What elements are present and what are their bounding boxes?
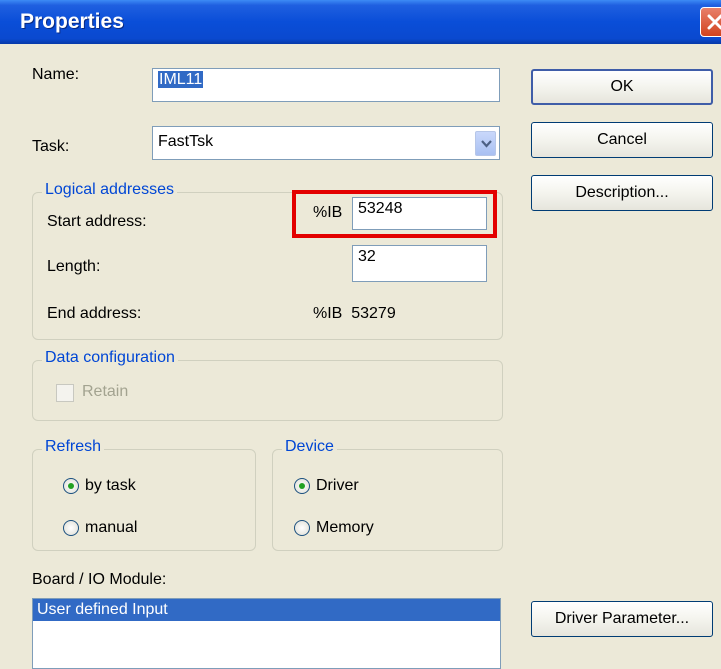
name-value: IML11 bbox=[158, 71, 204, 88]
chevron-down-icon bbox=[481, 140, 492, 148]
close-button[interactable] bbox=[700, 7, 721, 37]
ok-button[interactable]: OK bbox=[531, 69, 713, 105]
start-address-label: Start address: bbox=[47, 213, 147, 230]
radio-selected-dot bbox=[299, 483, 305, 489]
refresh-manual-radio[interactable] bbox=[63, 520, 79, 536]
board-io-module-list[interactable]: User defined Input bbox=[32, 598, 501, 669]
device-group bbox=[272, 449, 503, 551]
data-configuration-title: Data configuration bbox=[42, 349, 178, 367]
title-bar[interactable]: Properties bbox=[0, 0, 721, 44]
start-address-prefix: %IB bbox=[313, 204, 343, 221]
task-dropdown-button[interactable] bbox=[475, 131, 496, 156]
cancel-button[interactable]: Cancel bbox=[531, 122, 713, 158]
device-driver-radio[interactable] bbox=[294, 478, 310, 494]
description-button[interactable]: Description... bbox=[531, 175, 713, 211]
end-address-value: %IB 53279 bbox=[313, 305, 396, 322]
logical-addresses-title: Logical addresses bbox=[42, 181, 177, 199]
list-item[interactable]: User defined Input bbox=[33, 599, 500, 621]
refresh-group bbox=[32, 449, 256, 551]
close-icon bbox=[707, 14, 721, 30]
task-label: Task: bbox=[32, 138, 70, 155]
end-address-label: End address: bbox=[47, 305, 142, 322]
refresh-title: Refresh bbox=[42, 438, 105, 456]
window-title: Properties bbox=[20, 10, 124, 33]
device-driver-label: Driver bbox=[316, 477, 359, 494]
length-label: Length: bbox=[47, 258, 101, 275]
task-select[interactable]: FastTsk bbox=[152, 126, 500, 160]
radio-selected-dot bbox=[68, 483, 74, 489]
device-memory-label: Memory bbox=[316, 519, 374, 536]
name-label: Name: bbox=[32, 66, 80, 83]
refresh-manual-label: manual bbox=[85, 519, 138, 536]
retain-label: Retain bbox=[82, 383, 129, 400]
retain-checkbox[interactable] bbox=[56, 384, 74, 402]
driver-parameter-button[interactable]: Driver Parameter... bbox=[531, 601, 713, 637]
device-title: Device bbox=[282, 438, 337, 456]
name-input[interactable]: IML11 bbox=[152, 68, 500, 102]
start-address-input[interactable]: 53248 bbox=[352, 197, 487, 230]
board-io-module-label: Board / IO Module: bbox=[32, 571, 167, 588]
refresh-by-task-label: by task bbox=[85, 477, 136, 494]
length-input[interactable]: 32 bbox=[352, 245, 487, 282]
device-memory-radio[interactable] bbox=[294, 520, 310, 536]
refresh-by-task-radio[interactable] bbox=[63, 478, 79, 494]
task-value: FastTsk bbox=[158, 133, 214, 150]
